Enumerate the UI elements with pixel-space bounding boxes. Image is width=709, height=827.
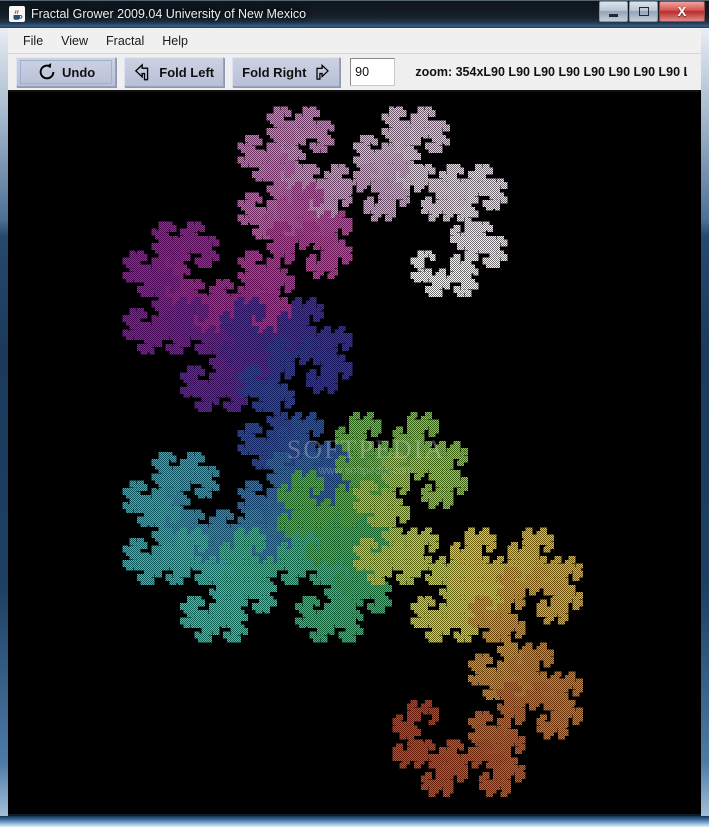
application-window: Fractal Grower 2009.04 University of New… <box>0 0 709 827</box>
menu-bar: File View Fractal Help <box>8 28 701 54</box>
angle-input-value: 90 <box>355 65 370 79</box>
window-border-right <box>701 28 709 827</box>
maximize-icon <box>638 7 649 16</box>
fold-right-label: Fold Right <box>242 64 307 80</box>
fractal-canvas[interactable]: SOFTPEDIA www.softpedia.com <box>8 92 701 815</box>
java-coffee-cup-icon <box>9 6 25 22</box>
zoom-level-label: zoom: 354x <box>415 65 484 79</box>
title-bar[interactable]: Fractal Grower 2009.04 University of New… <box>0 0 709 28</box>
fold-right-button[interactable]: Fold Right <box>232 57 341 87</box>
menu-item-view[interactable]: View <box>52 28 97 54</box>
close-icon: X <box>677 4 687 19</box>
minimize-button[interactable] <box>599 1 628 22</box>
stipple-texture-overlay <box>8 92 701 815</box>
window-border-left <box>0 28 8 827</box>
sequence-label: L90 L90 L90 L90 L90 L90 L90 L90 L... <box>483 65 687 79</box>
arrow-left-icon <box>135 63 149 81</box>
undo-button[interactable]: Undo <box>16 57 117 87</box>
maximize-button[interactable] <box>629 1 658 22</box>
undo-label: Undo <box>62 64 96 80</box>
arrow-right-icon <box>316 63 330 80</box>
menu-item-file[interactable]: File <box>14 28 52 54</box>
undo-circular-arrow-icon <box>39 63 55 80</box>
window-title: Fractal Grower 2009.04 University of New… <box>31 7 307 21</box>
dragon-curve-drawing <box>8 92 701 815</box>
window-controls: X <box>598 1 705 23</box>
window-border-bottom <box>0 816 709 827</box>
angle-input[interactable]: 90 <box>350 58 396 86</box>
close-button[interactable]: X <box>659 1 705 22</box>
menu-item-fractal[interactable]: Fractal <box>97 28 153 54</box>
fold-left-button[interactable]: Fold Left <box>124 57 225 87</box>
toolbar: Undo Fold Left Fold Right 90 zoom: 354x … <box>8 54 701 92</box>
menu-item-help[interactable]: Help <box>153 28 197 54</box>
fold-left-label: Fold Left <box>159 64 215 80</box>
minimize-icon <box>609 13 618 17</box>
